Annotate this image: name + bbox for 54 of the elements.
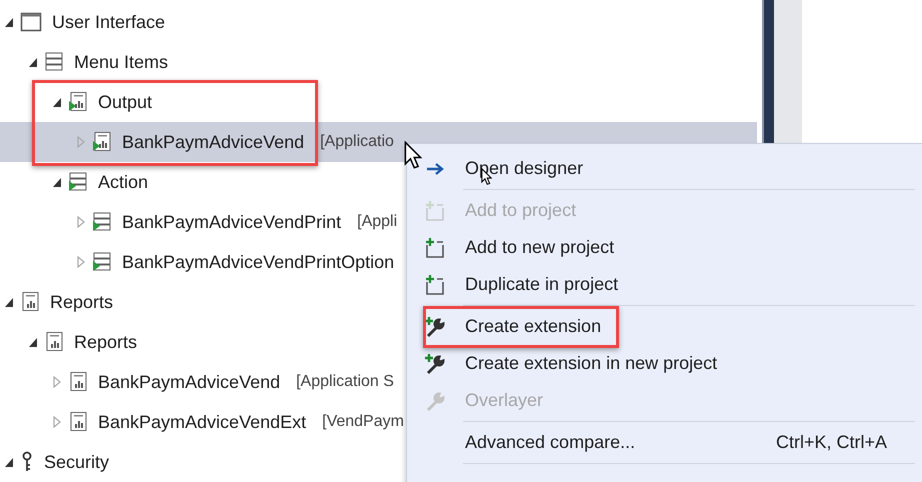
list-icon xyxy=(44,51,64,73)
menu-item[interactable]: Create extension xyxy=(407,308,922,345)
add-item-icon xyxy=(424,274,446,296)
list-arrow-icon xyxy=(68,171,88,193)
window-icon xyxy=(20,11,42,33)
expanded-arrow-icon xyxy=(28,336,38,348)
menu-item[interactable]: Create extension in new project xyxy=(407,345,922,382)
tree-item[interactable]: Menu Items xyxy=(0,42,757,82)
expanded-arrow-icon xyxy=(4,296,14,308)
item-label: BankPaymAdviceVendExt xyxy=(98,412,306,432)
item-label: Action xyxy=(98,172,148,192)
expanded-arrow-icon xyxy=(28,56,38,68)
collapsed-arrow-icon xyxy=(52,416,62,428)
collapsed-arrow-icon xyxy=(76,256,86,268)
report-icon xyxy=(20,291,40,313)
menu-item[interactable]: Add to new project xyxy=(407,229,922,266)
collapsed-arrow-icon xyxy=(76,136,86,148)
item-detail: [VendPaym xyxy=(322,413,404,431)
wrench-plus-icon xyxy=(424,352,446,374)
menu-item[interactable]: Advanced compare... Ctrl+K, Ctrl+A xyxy=(407,424,922,461)
item-detail: [Application S xyxy=(296,373,394,391)
key-icon xyxy=(20,451,34,473)
item-label: User Interface xyxy=(52,12,166,32)
shortcut-label: Ctrl+K, Ctrl+A xyxy=(776,432,887,453)
collapsed-arrow-icon xyxy=(52,376,62,388)
tree-item[interactable]: Output xyxy=(0,82,757,122)
item-label: Reports xyxy=(74,332,138,352)
item-label: BankPaymAdviceVend xyxy=(122,132,304,152)
add-item-icon xyxy=(424,200,446,222)
wrench-icon xyxy=(424,390,446,412)
item-label: Menu Items xyxy=(74,52,168,72)
item-label: BankPaymAdviceVendPrintOption xyxy=(122,252,394,272)
menu-item[interactable]: Duplicate in project xyxy=(407,266,922,303)
add-item-icon xyxy=(424,236,446,258)
expanded-arrow-icon xyxy=(4,456,14,468)
item-label: Output xyxy=(98,92,152,112)
list-arrow-icon xyxy=(92,251,112,273)
cursor-icon xyxy=(404,141,422,169)
item-label: BankPaymAdviceVend xyxy=(98,372,280,392)
wrench-plus-icon xyxy=(424,316,446,338)
expanded-arrow-icon xyxy=(52,96,62,108)
expanded-arrow-icon xyxy=(52,176,62,188)
item-detail: [Appli xyxy=(357,213,398,231)
list-arrow-icon xyxy=(92,211,112,233)
report-icon xyxy=(68,371,88,393)
item-label: Reports xyxy=(50,292,114,312)
collapsed-arrow-icon xyxy=(76,216,86,228)
item-label: BankPaymAdviceVendPrint xyxy=(122,212,342,232)
expanded-arrow-icon xyxy=(4,16,14,28)
item-label: Security xyxy=(44,452,110,472)
tree-item[interactable]: User Interface xyxy=(0,2,757,42)
report-icon xyxy=(44,331,64,353)
item-detail: [Applicatio xyxy=(320,133,394,151)
report-icon xyxy=(68,411,88,433)
